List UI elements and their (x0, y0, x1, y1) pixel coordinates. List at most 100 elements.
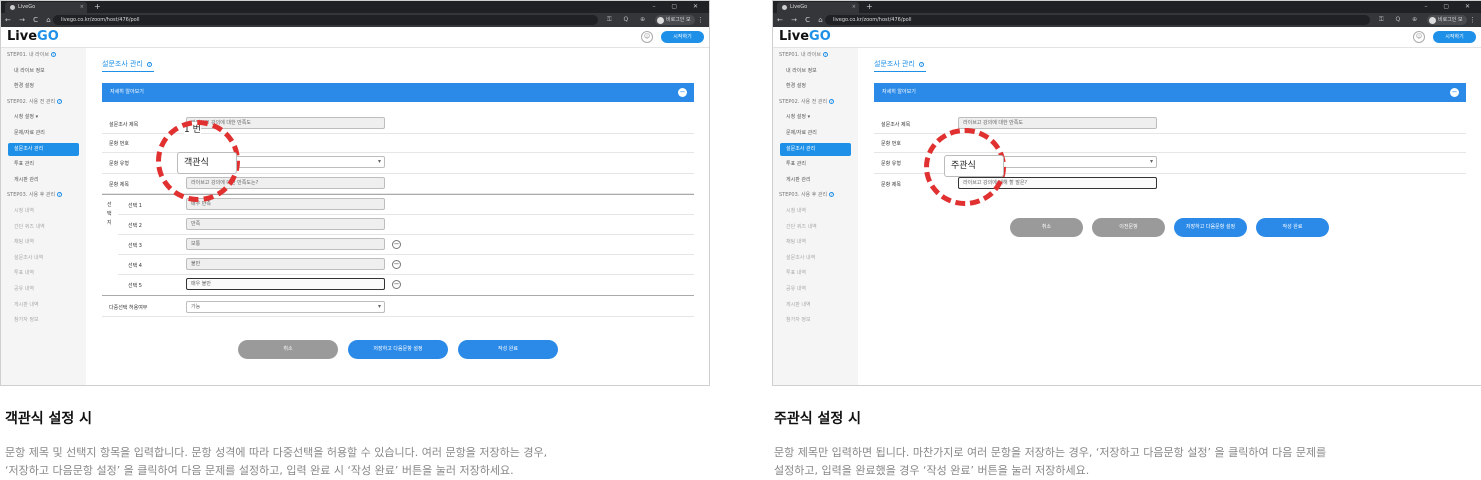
save-next-button[interactable]: 저장하고 다음문항 설정 (1174, 218, 1247, 237)
tab-title: LiveGo (18, 4, 36, 10)
help-icon[interactable]: ? (57, 98, 63, 104)
logo[interactable]: LiveGO (7, 29, 59, 44)
remove-choice-icon[interactable]: − (392, 280, 401, 289)
choice-input[interactable]: 매우 불만 (186, 278, 385, 290)
url-input[interactable]: livego.co.kr/zoom/host/476/poll (53, 15, 598, 25)
survey-title-input[interactable]: 라이브고 강의에 대한 만족도 (958, 117, 1157, 129)
profile-chip[interactable]: 비로그인 모드 (1427, 15, 1467, 33)
sidebar-step-heading: STEP02. 사용 전 관리? (779, 98, 835, 105)
details-bar[interactable]: 자세히 알아보기 − (874, 83, 1466, 102)
collapse-icon[interactable]: − (678, 88, 687, 97)
sidebar-item[interactable]: 투표 내역 (773, 266, 858, 282)
label-q-type: 문항 유형 (109, 161, 129, 167)
user-icon[interactable]: ☺ (1413, 31, 1425, 43)
browser-tabbar: LiveGo × + – ▢ ✕ (773, 1, 1481, 13)
sidebar-item[interactable]: 공유 내역 (773, 282, 858, 298)
nav-buttons[interactable]: ← → C ⌂ (5, 13, 54, 27)
sidebar-item[interactable]: 문제/자료 관리 (1, 126, 86, 142)
sidebar-item[interactable]: 시청 설정 ▾ (773, 110, 858, 126)
sidebar-item[interactable]: 내 라이브 정보 (1, 64, 86, 80)
choice-input[interactable]: 불만 (186, 258, 385, 270)
sidebar-item[interactable]: 시청 내역 (773, 204, 858, 220)
prev-question-button[interactable]: 이전문항 (1092, 218, 1165, 237)
sidebar-item[interactable]: 게시판 내역 (773, 298, 858, 314)
label-q-title: 문항 제목 (881, 182, 901, 188)
collapse-icon[interactable]: − (1450, 88, 1459, 97)
sidebar-item[interactable]: 설문조사 관리 (8, 142, 79, 156)
sidebar-item[interactable]: 시청 설정 ▾ (1, 110, 86, 126)
help-icon[interactable]: ? (147, 61, 153, 67)
sidebar: STEP01. 내 라이브? 내 라이브 정보 환경 설정 STEP02. 사용 전 … (773, 48, 858, 385)
start-button[interactable]: 시작하기 (1433, 31, 1476, 43)
label-q-type: 문항 유형 (881, 161, 901, 167)
choices-label: 선택지 (107, 202, 112, 226)
done-button[interactable]: 작성 완료 (458, 340, 558, 359)
q-type-zoom: 객관식 (177, 152, 237, 174)
remove-choice-icon[interactable]: − (392, 240, 401, 249)
sidebar-item[interactable]: 간단 퀴즈 내역 (1, 220, 86, 236)
sidebar-item[interactable]: 채팅 내역 (773, 235, 858, 251)
sidebar-item[interactable]: 내 라이브 정보 (773, 64, 858, 80)
remove-choice-icon[interactable]: − (392, 260, 401, 269)
sidebar-item[interactable]: 공유 내역 (1, 282, 86, 298)
sidebar-item[interactable]: 게시판 관리 (1, 173, 86, 189)
details-bar[interactable]: 자세히 알아보기 − (102, 83, 694, 102)
multi-select[interactable]: 가능 (186, 301, 385, 313)
title-underline (874, 71, 926, 72)
save-next-button[interactable]: 저장하고 다음문항 설정 (348, 340, 448, 359)
sidebar-item[interactable]: 참가자 정보 (773, 313, 858, 329)
sidebar-item[interactable]: 투표 관리 (773, 157, 858, 173)
nav-buttons[interactable]: ← → C ⌂ (777, 13, 826, 27)
user-icon[interactable]: ☺ (641, 31, 653, 43)
close-tab-icon[interactable]: × (852, 2, 856, 13)
sidebar-item[interactable]: 설문조사 내역 (773, 251, 858, 267)
choice-input[interactable]: 보통 (186, 238, 385, 250)
window-controls[interactable]: – ▢ ✕ (652, 1, 705, 13)
choice-input[interactable]: 만족 (186, 218, 385, 230)
sidebar-item[interactable]: 설문조사 관리 (780, 142, 851, 156)
cancel-button[interactable]: 취소 (1010, 218, 1083, 237)
browser-tab[interactable]: LiveGo × (777, 2, 859, 13)
logo[interactable]: LiveGO (779, 29, 831, 44)
label-q-number: 문항 번호 (109, 141, 129, 147)
sidebar-item[interactable]: 참가자 정보 (1, 313, 86, 329)
sidebar-item[interactable]: 간단 퀴즈 내역 (773, 220, 858, 236)
help-icon[interactable]: ? (829, 192, 835, 198)
sidebar-item[interactable]: 환경 설정 (1, 79, 86, 95)
sidebar-item[interactable]: 시청 내역 (1, 204, 86, 220)
close-tab-icon[interactable]: × (80, 2, 84, 13)
sidebar-item[interactable]: 게시판 관리 (773, 173, 858, 189)
help-icon[interactable]: ? (57, 192, 63, 198)
sidebar-item[interactable]: 투표 내역 (1, 266, 86, 282)
choice-row: 선택 2 만족 (118, 215, 694, 235)
label-survey-title: 설문조사 제목 (109, 122, 139, 128)
sidebar-item[interactable]: 투표 관리 (1, 157, 86, 173)
sidebar-item[interactable]: 채팅 내역 (1, 235, 86, 251)
screenshot-subjective: LiveGo × + – ▢ ✕ ← → C ⌂ livego.co.kr/zoo… (772, 0, 1481, 386)
help-icon[interactable]: ? (919, 61, 925, 67)
url-input[interactable]: livego.co.kr/zoom/host/476/poll (825, 15, 1370, 25)
cancel-button[interactable]: 취소 (238, 340, 338, 359)
label-q-title: 문항 제목 (109, 182, 129, 188)
menu-icon[interactable]: ⋮ (697, 13, 704, 27)
sidebar-item[interactable]: 게시판 내역 (1, 298, 86, 314)
screenshot-objective: LiveGo × + – ▢ ✕ ← → C ⌂ livego.co.kr/zoo… (0, 0, 710, 386)
address-bar-row: ← → C ⌂ livego.co.kr/zoom/host/476/poll … (1, 13, 709, 33)
sidebar-item[interactable]: 환경 설정 (773, 79, 858, 95)
help-icon[interactable]: ? (829, 98, 835, 104)
new-tab-button[interactable]: + (94, 1, 101, 13)
sidebar-item[interactable]: 문제/자료 관리 (773, 126, 858, 142)
window-controls[interactable]: – ▢ ✕ (1424, 1, 1477, 13)
sidebar-item[interactable]: 설문조사 내역 (1, 251, 86, 267)
favicon-icon (782, 5, 787, 10)
choice-input[interactable]: 매우 만족 (186, 198, 385, 210)
help-icon[interactable]: ? (822, 52, 828, 57)
browser-tab[interactable]: LiveGo × (5, 2, 87, 13)
start-button[interactable]: 시작하기 (661, 31, 704, 43)
new-tab-button[interactable]: + (866, 1, 873, 13)
help-icon[interactable]: ? (50, 52, 56, 57)
profile-chip[interactable]: 비로그인 모드 (655, 15, 695, 33)
sidebar-step-heading: STEP03. 사용 후 관리? (7, 192, 63, 199)
done-button[interactable]: 작성 완료 (1256, 218, 1329, 237)
menu-icon[interactable]: ⋮ (1469, 13, 1476, 27)
